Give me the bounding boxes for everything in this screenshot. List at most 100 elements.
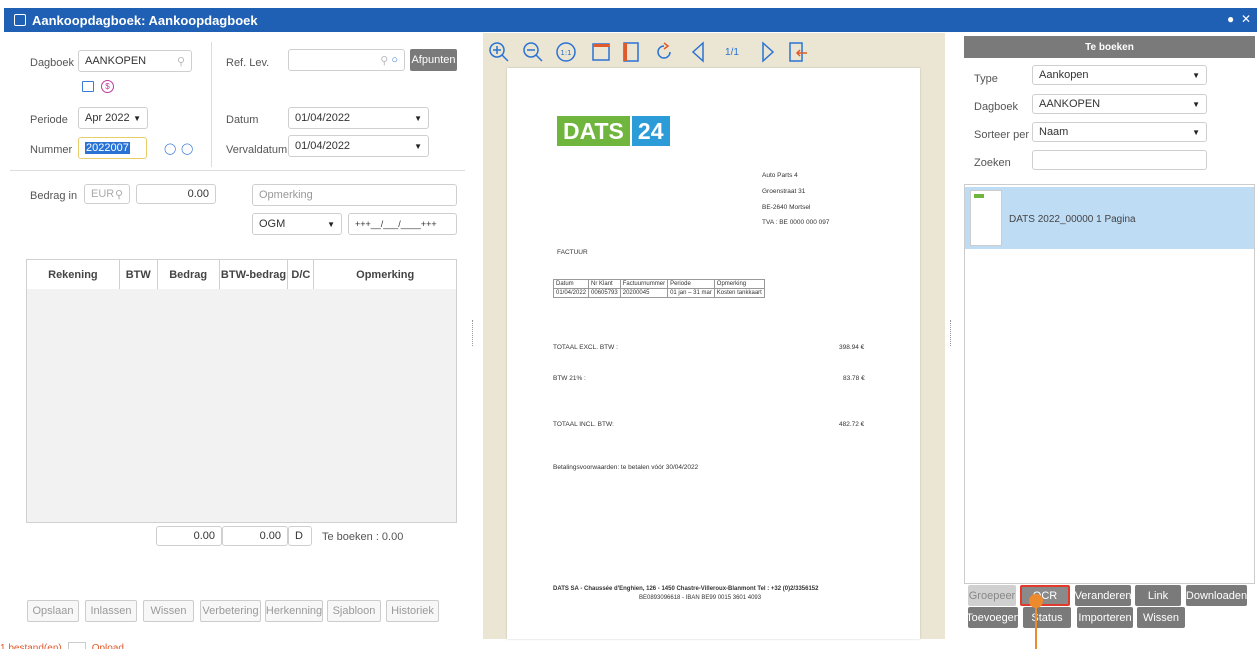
opslaan-button[interactable]: Opslaan	[27, 600, 79, 622]
type-value: Aankopen	[1039, 69, 1089, 81]
next-number-icon[interactable]: ◯	[181, 142, 193, 155]
btw-value: 83.78 €	[843, 375, 865, 382]
periode-select[interactable]: Apr 2022 ▼	[78, 107, 148, 129]
te-boeken-header: Te boeken	[964, 36, 1255, 58]
importeren-button[interactable]: Importeren	[1077, 607, 1133, 628]
ogm-input[interactable]: +++__/___/____+++	[348, 213, 457, 235]
col-opmerking[interactable]: Opmerking	[313, 259, 457, 290]
zoom-in-icon[interactable]	[487, 40, 511, 64]
calendar-icon[interactable]	[82, 81, 94, 92]
col-bedrag[interactable]: Bedrag	[156, 259, 220, 290]
dagboek-value: AANKOPEN	[85, 55, 147, 67]
total-excl-value: 398.94 €	[839, 344, 865, 351]
downloaden-button[interactable]: Downloaden	[1186, 585, 1247, 606]
right-dagboek-value: AANKOPEN	[1039, 98, 1101, 110]
window-icon	[14, 14, 26, 26]
sjabloon-button[interactable]: Sjabloon	[327, 600, 381, 622]
herkenning-button[interactable]: Herkenning	[265, 600, 323, 622]
search-icon[interactable]: ⚲	[380, 54, 388, 67]
historiek-button[interactable]: Historiek	[386, 600, 439, 622]
address-line-2: Groenstraat 31	[762, 188, 806, 195]
chevron-down-icon: ▼	[1192, 127, 1200, 137]
rotate-icon[interactable]	[652, 40, 676, 64]
circle-icon[interactable]: ○	[391, 54, 398, 66]
upload-link[interactable]: Opload	[92, 640, 124, 649]
col-rekening[interactable]: Rekening	[26, 259, 120, 290]
ogm-select[interactable]: OGM ▼	[252, 213, 342, 235]
total-dc-value: D	[295, 530, 303, 542]
dagboek-input[interactable]: AANKOPEN ⚲	[78, 50, 192, 72]
bedrag-value: 0.00	[187, 188, 209, 200]
total-bedrag-value: 0.00	[193, 530, 215, 542]
search-icon[interactable]: ⚲	[115, 188, 123, 201]
status-button[interactable]: Status	[1023, 607, 1071, 628]
ref-lev-input[interactable]: ⚲ ○	[288, 49, 405, 71]
groepeer-button[interactable]: Groepeer	[968, 585, 1016, 606]
bedrag-input[interactable]: 0.00	[136, 184, 216, 204]
chevron-down-icon: ▼	[327, 219, 335, 229]
afpunten-button[interactable]: Afpunten	[410, 49, 457, 71]
type-select[interactable]: Aankopen ▼	[1032, 65, 1207, 85]
currency-icon[interactable]: $	[101, 80, 114, 93]
next-page-icon[interactable]	[758, 40, 778, 64]
splitter-left[interactable]	[472, 320, 474, 346]
link-button[interactable]: Link	[1135, 585, 1181, 606]
close-icon[interactable]: ✕	[1241, 12, 1251, 26]
total-bedrag: 0.00	[156, 526, 222, 546]
invoice-header-datum: Datum	[552, 279, 590, 289]
opmerking-input[interactable]: Opmerking	[252, 184, 457, 206]
table-body[interactable]	[26, 289, 457, 523]
invoice-header-nr-klant: Nr Klant	[588, 279, 621, 289]
page-indicator: 1/1	[725, 46, 739, 58]
upload-icon[interactable]	[67, 642, 86, 649]
cursor-line	[1035, 607, 1037, 649]
pin-icon[interactable]: ●	[1227, 12, 1234, 26]
actual-size-icon[interactable]: 1:1	[554, 40, 578, 64]
invoice-header-opmerking: Opmerking	[713, 279, 765, 289]
zoeken-input[interactable]	[1032, 150, 1207, 170]
chevron-down-icon: ▼	[414, 113, 422, 123]
datum-select[interactable]: 01/04/2022 ▼	[288, 107, 429, 129]
veranderen-button[interactable]: Veranderen	[1075, 585, 1131, 606]
invoice-cell-nr-klant: 00605793	[588, 288, 621, 298]
fit-page-icon[interactable]	[620, 40, 644, 64]
list-item[interactable]: DATS 2022_00000 1 Pagina	[965, 187, 1254, 249]
ref-lev-label: Ref. Lev.	[226, 57, 270, 69]
col-btw-bedrag[interactable]: BTW-bedrag	[218, 259, 289, 290]
address-line-3: BE-2640 Mortsel	[762, 204, 811, 211]
total-btw-value: 0.00	[259, 530, 281, 542]
window-controls: ● ✕	[1227, 12, 1251, 26]
nummer-input[interactable]: 2022007	[78, 137, 147, 159]
right-dagboek-select[interactable]: AANKOPEN ▼	[1032, 94, 1207, 114]
vervaldatum-select[interactable]: 01/04/2022 ▼	[288, 135, 429, 157]
zoom-out-icon[interactable]	[521, 40, 545, 64]
chevron-down-icon: ▼	[1192, 70, 1200, 80]
vervaldatum-value: 01/04/2022	[295, 140, 351, 152]
ogm-field-value: +++__/___/____+++	[355, 219, 437, 229]
verbetering-button[interactable]: Verbetering	[200, 600, 261, 622]
fit-width-icon[interactable]	[590, 40, 614, 64]
dagboek-label: Dagboek	[30, 57, 75, 69]
toevoegen-button[interactable]: Toevoegen	[966, 607, 1020, 628]
sorteer-label: Sorteer per	[974, 129, 1030, 141]
col-dc[interactable]: D/C	[287, 259, 315, 290]
type-label: Type	[974, 73, 998, 85]
datum-value: 01/04/2022	[295, 112, 351, 124]
right-dagboek-label: Dagboek	[974, 101, 1019, 113]
prev-number-icon[interactable]: ◯	[164, 142, 176, 155]
ocr-button[interactable]: OCR	[1020, 585, 1070, 606]
sorteer-select[interactable]: Naam ▼	[1032, 122, 1207, 142]
search-icon[interactable]: ⚲	[177, 55, 185, 68]
document-thumbnail	[970, 190, 1002, 246]
wissen-button[interactable]: Wissen	[143, 600, 194, 622]
invoice-cell-periode: 01 jan – 31 mar	[667, 288, 715, 298]
right-wissen-button[interactable]: Wissen	[1137, 607, 1185, 628]
prev-page-icon[interactable]	[688, 40, 708, 64]
splitter-right[interactable]	[950, 320, 952, 346]
invoice-cell-datum: 01/04/2022	[552, 288, 590, 298]
export-icon[interactable]	[786, 40, 810, 64]
col-btw[interactable]: BTW	[118, 259, 158, 290]
logo-left: DATS	[557, 116, 630, 146]
inlassen-button[interactable]: Inlassen	[85, 600, 137, 622]
currency-input[interactable]: EUR ⚲	[84, 184, 130, 204]
